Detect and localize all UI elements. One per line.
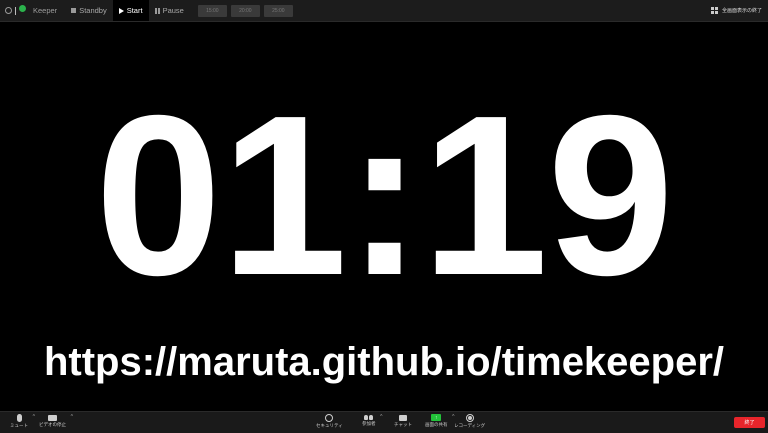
- app-icons: [0, 0, 26, 21]
- video-label: ビデオの停止: [39, 422, 66, 427]
- participants-label: 参加者: [362, 421, 376, 426]
- play-icon: [118, 7, 124, 14]
- video-camera-icon: [48, 415, 57, 421]
- exit-fullscreen-button[interactable]: 全画面表示の終了: [710, 7, 768, 14]
- preset-button[interactable]: 20:00: [230, 4, 260, 17]
- record-label: レコーディング: [454, 423, 486, 428]
- divider: [15, 6, 16, 15]
- end-meeting-button[interactable]: 終了: [734, 417, 765, 428]
- settings-icon[interactable]: [5, 7, 12, 14]
- chevron-up-icon[interactable]: ^: [380, 414, 382, 420]
- preset-button[interactable]: 15:00: [197, 4, 227, 17]
- shield-icon: [325, 414, 334, 422]
- share-label: 画面の共有: [425, 422, 448, 427]
- participants-icon: [364, 415, 374, 420]
- standby-label: Standby: [79, 6, 107, 15]
- mute-label: ミュート: [10, 423, 28, 428]
- chat-label: チャット: [394, 422, 412, 427]
- stop-video-button[interactable]: ビデオの停止 ^: [39, 414, 73, 428]
- record-button[interactable]: レコーディング: [454, 414, 485, 429]
- top-toolbar: Keeper Standby Start Pause 15:00 20:00 2…: [0, 0, 768, 22]
- status-dot-icon: [19, 5, 26, 12]
- timer-display: 01:19: [94, 69, 674, 323]
- share-screen-button[interactable]: ↑ 画面の共有 ^: [425, 414, 455, 428]
- pause-icon: [154, 7, 160, 14]
- record-icon: [465, 414, 474, 422]
- meeting-controls-bar: ミュート ^ ビデオの停止 ^ セキュリティ 参加者 ^ チャット ↑ 画面の共…: [0, 411, 768, 433]
- preset-group: 15:00 20:00 25:00: [197, 4, 293, 17]
- standby-button[interactable]: Standby: [65, 0, 113, 21]
- pause-label: Pause: [162, 6, 184, 15]
- chat-button[interactable]: チャット: [394, 414, 412, 428]
- microphone-icon: [16, 414, 22, 422]
- chevron-up-icon[interactable]: ^: [71, 414, 73, 420]
- toolbar-left: Keeper Standby Start Pause 15:00 20:00 2…: [0, 0, 293, 21]
- start-button[interactable]: Start: [112, 0, 149, 21]
- security-button[interactable]: セキュリティ: [316, 414, 343, 429]
- mute-button[interactable]: ミュート ^: [10, 414, 35, 429]
- start-label: Start: [126, 6, 143, 15]
- exit-fullscreen-label: 全画面表示の終了: [721, 8, 762, 14]
- security-label: セキュリティ: [316, 423, 343, 428]
- participants-button[interactable]: 参加者 ^: [362, 414, 383, 427]
- timekeeper-url: https://maruta.github.io/timekeeper/: [43, 340, 725, 384]
- app-title: Keeper: [33, 6, 58, 15]
- chevron-up-icon[interactable]: ^: [33, 414, 35, 420]
- grid-icon: [710, 7, 718, 14]
- pause-button[interactable]: Pause: [149, 0, 190, 21]
- chat-icon: [398, 415, 407, 421]
- preset-button[interactable]: 25:00: [263, 4, 293, 17]
- stop-icon: [71, 8, 77, 13]
- share-screen-icon: ↑: [431, 414, 442, 421]
